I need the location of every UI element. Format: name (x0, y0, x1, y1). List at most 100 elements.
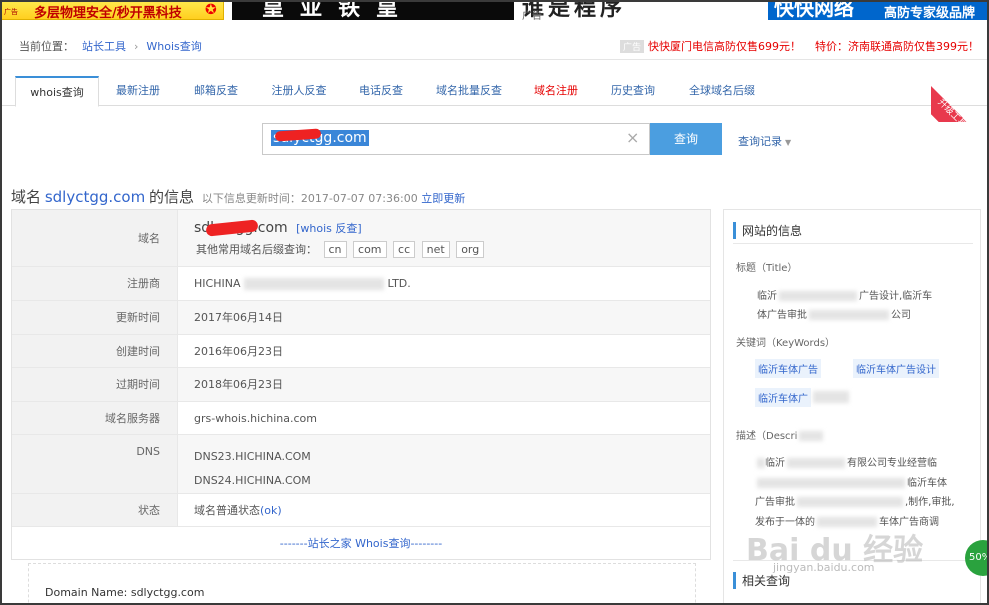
keyword-tag[interactable]: 临沂车体广告设计 (853, 359, 939, 378)
dns-1: DNS23.HICHINA.COM (194, 450, 311, 463)
update-time-text: 以下信息更新时间：2017-07-07 07:36:00 (201, 192, 418, 205)
row-label: 注册商 (12, 267, 178, 300)
tab-registrant-reverse[interactable]: 注册人反查 (264, 76, 334, 106)
vip-badge[interactable]: 升级工具VIP (931, 66, 989, 122)
page-title: 域名 sdlyctgg.com 的信息 以下信息更新时间：2017-07-07 … (11, 186, 465, 207)
title-prefix: 域名 (11, 188, 42, 206)
keyword-tag[interactable]: 临沂车体广 (755, 388, 811, 407)
ad-tag: 广告 (4, 8, 18, 16)
redaction-blur (809, 310, 889, 320)
tab-phone-reverse[interactable]: 电话反查 (352, 76, 410, 106)
whois-section-divider: -------站长之家 Whois查询-------- (12, 527, 710, 559)
vip-badge-label: 升级工具VIP (931, 80, 989, 122)
description-label: 描述（Descri (736, 427, 824, 442)
tab-domain-register[interactable]: 域名注册 (527, 76, 585, 106)
redaction-blur (757, 478, 905, 488)
row-label: 域名服务器 (12, 402, 178, 434)
suffix-cn[interactable]: cn (323, 241, 347, 258)
redaction-blur (779, 291, 857, 301)
ad-text: 多层物理安全/秒开黑科技 (34, 6, 182, 21)
tab-global-suffix[interactable]: 全球域名后缀 (680, 76, 764, 106)
breadcrumb-link-tools[interactable]: 站长工具 (82, 40, 126, 53)
suffix-net[interactable]: net (421, 241, 450, 258)
redaction-blur (799, 431, 824, 441)
description-fragment: 临沂车体 (907, 478, 947, 489)
tab-email-reverse[interactable]: 邮箱反查 (185, 76, 247, 106)
ad-banner-black[interactable]: 皇亚铁皇 (232, 0, 514, 20)
row-value: HICHINA LTD. (178, 267, 710, 301)
breadcrumb-link-whois[interactable]: Whois查询 (146, 40, 201, 53)
table-row-updated: 更新时间 2017年06月14日 (12, 301, 710, 335)
clear-icon[interactable]: × (626, 128, 639, 147)
query-history-dropdown[interactable]: 查询记录 ▼ (738, 133, 791, 149)
breadcrumb-prefix: 当前位置： (19, 40, 74, 53)
row-label: 过期时间 (12, 368, 178, 401)
history-label: 查询记录 (738, 135, 782, 148)
row-value: grs-whois.hichina.com (194, 412, 317, 425)
tab-whois[interactable]: whois查询 (15, 76, 99, 107)
search-button[interactable]: 查询 (650, 123, 722, 155)
table-row-domain: 域名 sdlyctgg.com [whois 反查] 其他常用域名后缀查询： c… (12, 210, 710, 267)
row-value: 2016年06月23日 (194, 345, 283, 358)
sidebar-title-related: 相关查询 (733, 572, 790, 589)
update-now-link[interactable]: 立即更新 (421, 192, 465, 205)
breadcrumb-separator: › (134, 40, 139, 53)
title-fragment: 广告设计,临沂车 (859, 291, 933, 302)
row-label: 更新时间 (12, 301, 178, 334)
status-text: 域名普通状态 (194, 504, 260, 517)
promo-link-jinan[interactable]: 特价：济南联通高防仅售399元！ (815, 38, 979, 54)
ad-text: 皇亚铁皇 (262, 0, 415, 20)
chevron-down-icon: ▼ (785, 138, 792, 147)
promo-link-xiamen[interactable]: 广告 快快厦门电信高防仅售699元！ (620, 38, 801, 54)
row-value: DNS23.HICHINA.COM DNS24.HICHINA.COM (178, 435, 710, 493)
title-fragment: 公司 (891, 310, 911, 321)
update-time: 以下信息更新时间：2017-07-07 07:36:00 立即更新 (202, 192, 465, 205)
description-fragment: 有限公司专业经营临 (847, 458, 937, 469)
row-label: 域名 (12, 210, 178, 266)
promo-text: 快快厦门电信高防仅售699元！ (648, 40, 802, 53)
tab-latest-registered[interactable]: 最新注册 (107, 76, 169, 106)
suffix-com[interactable]: com (353, 241, 387, 258)
row-value: sdlyctgg.com [whois 反查] 其他常用域名后缀查询： cn c… (178, 210, 710, 258)
tab-history[interactable]: 历史查询 (604, 76, 662, 106)
tab-batch-reverse[interactable]: 域名批量反查 (428, 76, 510, 106)
redaction-blur (787, 458, 845, 468)
tool-tabs: whois查询 最新注册 邮箱反查 注册人反查 电话反查 域名批量反查 域名注册… (0, 76, 989, 107)
table-row-expiry: 过期时间 2018年06月23日 (12, 368, 710, 402)
description-fragment: 临沂 (765, 458, 785, 469)
keyword-tag[interactable]: 临沂车体广告 (755, 359, 821, 378)
raw-whois-box: Domain Name: sdlyctgg.com (28, 563, 696, 605)
site-title-line-1: 临沂 广告设计,临沂车 (757, 287, 932, 302)
breadcrumb: 当前位置： 站长工具 › Whois查询 (19, 38, 202, 54)
redaction-blur (757, 458, 765, 468)
keywords-label: 关键词（KeyWords） (736, 338, 836, 349)
suffix-cc[interactable]: cc (393, 241, 416, 258)
row-label: DNS (12, 435, 178, 493)
ad-banner-kuaikuai[interactable]: 快快网络 高防专家级品牌 (768, 0, 989, 21)
row-value: 2018年06月23日 (194, 378, 283, 391)
ad-banner-white[interactable]: 谁是程序 广告 (516, 0, 766, 20)
title-label: 标题（Title） (736, 263, 798, 274)
whois-reverse-link[interactable]: [whois 反查] (296, 222, 362, 235)
domain-search-input[interactable]: sdlyctgg.com (262, 123, 650, 155)
ad-tag: 广告 (620, 40, 645, 53)
description-line-2: 临沂车体 (757, 474, 947, 489)
description-fragment: 广告审批 (755, 497, 795, 508)
suffix-prompt: 其他常用域名后缀查询： (196, 243, 317, 256)
title-suffix: 的信息 (149, 188, 195, 206)
description-line-3: 广告审批 ,制作,审批, (755, 493, 955, 508)
row-value: 2017年06月14日 (194, 311, 283, 324)
suffix-org[interactable]: org (456, 241, 485, 258)
description-line-1: 临沂 有限公司专业经营临 (757, 454, 937, 469)
registrar-end: LTD. (387, 277, 411, 290)
breadcrumb-row: 当前位置： 站长工具 › Whois查询 广告 快快厦门电信高防仅售699元！ 特价：济… (0, 30, 989, 60)
watermark-url: jingyan.baidu.com (773, 561, 875, 574)
status-ok-link[interactable]: (ok) (260, 504, 282, 517)
star-icon: ✪ (205, 2, 217, 18)
redaction-blur (797, 497, 903, 507)
row-label: 状态 (12, 494, 178, 526)
ad-banner-security[interactable]: 广告 多层物理安全/秒开黑科技 ✪ (0, 0, 224, 21)
description-label-text: 描述（Descri (736, 431, 798, 442)
table-row-nameserver: 域名服务器 grs-whois.hichina.com (12, 402, 710, 435)
title-domain[interactable]: sdlyctgg.com (45, 188, 145, 206)
